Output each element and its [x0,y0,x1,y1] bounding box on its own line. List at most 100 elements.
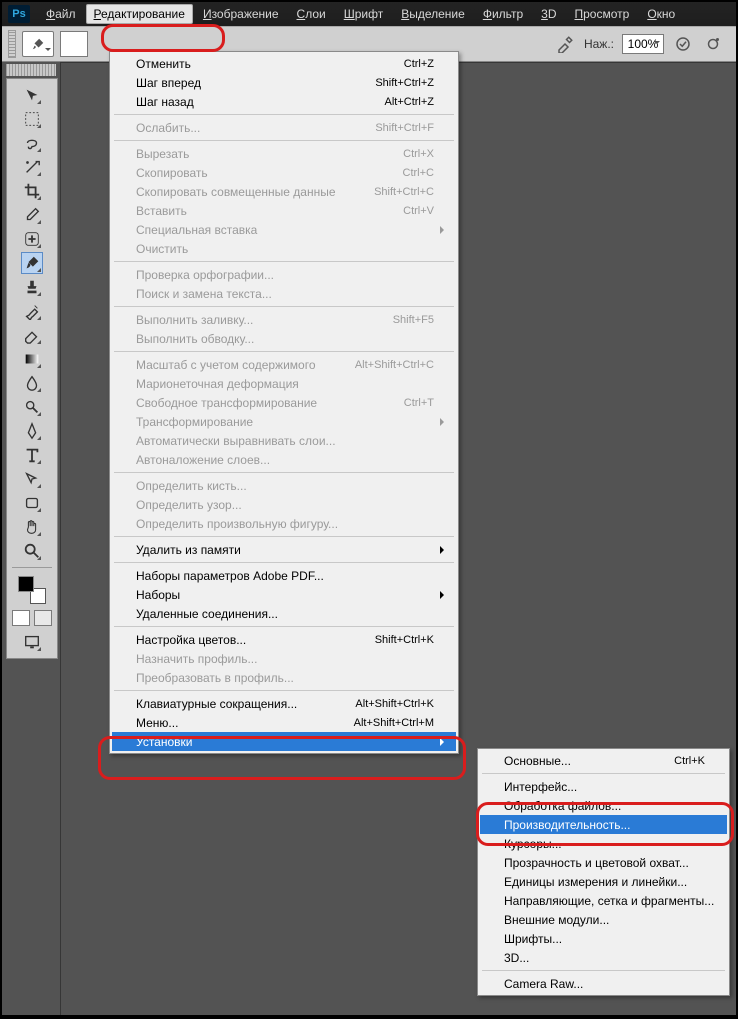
menu-item-label: Установки [136,735,434,749]
menu-item[interactable]: Единицы измерения и линейки... [480,872,727,891]
menu-item: Проверка орфографии... [112,265,456,284]
tool-marquee[interactable] [21,108,43,130]
options-bar-grip[interactable] [8,30,16,58]
menu-item[interactable]: Шаг назадAlt+Ctrl+Z [112,92,456,111]
tool-move[interactable] [21,84,43,106]
menu-item[interactable]: Удаленные соединения... [112,604,456,623]
tool-hand[interactable] [21,516,43,538]
menu-шрифт[interactable]: Шрифт [336,4,391,24]
menu-item-shortcut: Ctrl+Z [404,58,434,70]
screen-mode-button[interactable] [21,631,43,653]
menu-item[interactable]: Настройка цветов...Shift+Ctrl+K [112,630,456,649]
menu-item-label: Выполнить заливку... [136,313,393,327]
menu-item[interactable]: Шаг впередShift+Ctrl+Z [112,73,456,92]
menu-item[interactable]: Удалить из памяти [112,540,456,559]
tool-heal[interactable] [21,228,43,250]
tool-gradient[interactable] [21,348,43,370]
menu-item: Преобразовать в профиль... [112,668,456,687]
tablet-pressure-icon[interactable] [672,33,694,55]
menu-item[interactable]: Обработка файлов... [480,796,727,815]
menu-separator [114,536,454,537]
menu-item: Автоналожение слоев... [112,450,456,469]
pressure-value[interactable]: 100% [622,34,664,54]
menu-фильтр[interactable]: Фильтр [475,4,531,24]
menu-item[interactable]: Производительность... [480,815,727,834]
tool-zoom[interactable] [21,540,43,562]
menu-item-label: Определить произвольную фигуру... [136,517,434,531]
menu-item[interactable]: Наборы [112,585,456,604]
tool-rectangle[interactable] [21,492,43,514]
tool-eraser[interactable] [21,324,43,346]
tool-brush[interactable] [21,252,43,274]
menu-item-shortcut: Alt+Ctrl+Z [384,96,434,108]
tool-stamp[interactable] [21,276,43,298]
tool-blur[interactable] [21,372,43,394]
menu-item-label: Очистить [136,242,434,256]
menu-item-shortcut: Alt+Shift+Ctrl+C [355,359,434,371]
quick-mask-toggle[interactable] [12,610,52,626]
menu-item[interactable]: Направляющие, сетка и фрагменты... [480,891,727,910]
menu-item[interactable]: Внешние модули... [480,910,727,929]
airbrush-toggle-icon[interactable] [702,33,724,55]
menu-item: ВставитьCtrl+V [112,201,456,220]
menu-item-label: Марионеточная деформация [136,377,434,391]
menu-item-label: Меню... [136,716,354,730]
menu-item[interactable]: Шрифты... [480,929,727,948]
tool-crop[interactable] [21,180,43,202]
menu-item[interactable]: Основные...Ctrl+K [480,751,727,770]
menu-item-shortcut: Shift+Ctrl+K [375,634,434,646]
menu-item-shortcut: Shift+Ctrl+F [375,122,434,134]
menu-item[interactable]: Camera Raw... [480,974,727,993]
menu-separator [114,562,454,563]
menu-separator [482,773,725,774]
menu-item-shortcut: Alt+Shift+Ctrl+K [355,698,434,710]
menu-item[interactable]: Наборы параметров Adobe PDF... [112,566,456,585]
brush-preview[interactable] [60,31,88,57]
tool-pen[interactable] [21,420,43,442]
menu-item[interactable]: Интерфейс... [480,777,727,796]
edit-menu-dropdown: ОтменитьCtrl+ZШаг впередShift+Ctrl+ZШаг … [109,51,459,754]
menu-item-label: Вырезать [136,147,403,161]
tool-eyedropper[interactable] [21,204,43,226]
menu-выделение[interactable]: Выделение [393,4,473,24]
menu-окно[interactable]: Окно [639,4,683,24]
menu-item-label: Проверка орфографии... [136,268,434,282]
pressure-label: Наж.: [584,37,614,51]
tool-lasso[interactable] [21,132,43,154]
tool-wand[interactable] [21,156,43,178]
tool-path-select[interactable] [21,468,43,490]
menu-item: Выполнить заливку...Shift+F5 [112,310,456,329]
menu-item[interactable]: Меню...Alt+Shift+Ctrl+M [112,713,456,732]
tool-type[interactable] [21,444,43,466]
brush-icon [31,37,45,51]
airbrush-icon[interactable] [554,33,576,55]
tool-preset-picker[interactable] [22,31,54,57]
sidebar-grip[interactable] [6,64,56,76]
menu-слои[interactable]: Слои [289,4,334,24]
menu-редактирование[interactable]: Редактирование [86,4,193,24]
menu-item[interactable]: Клавиатурные сокращения...Alt+Shift+Ctrl… [112,694,456,713]
fg-bg-swatch[interactable] [18,576,46,604]
menu-item-shortcut: Ctrl+C [403,167,434,179]
tool-history-brush[interactable] [21,300,43,322]
menu-item-shortcut: Alt+Shift+Ctrl+M [354,717,434,729]
menu-item-label: Масштаб с учетом содержимого [136,358,355,372]
menu-separator [114,626,454,627]
menu-item[interactable]: Прозрачность и цветовой охват... [480,853,727,872]
menu-3d[interactable]: 3D [533,4,564,24]
menu-item[interactable]: Установки [112,732,456,751]
menu-item: Масштаб с учетом содержимогоAlt+Shift+Ct… [112,355,456,374]
menu-separator [114,306,454,307]
tool-dodge[interactable] [21,396,43,418]
menu-item[interactable]: Курсоры... [480,834,727,853]
menu-item-label: Единицы измерения и линейки... [504,875,705,889]
menu-просмотр[interactable]: Просмотр [567,4,638,24]
menu-изображение[interactable]: Изображение [195,4,287,24]
menu-item-label: Ослабить... [136,121,375,135]
menu-файл[interactable]: Файл [38,4,84,24]
menu-item: Специальная вставка [112,220,456,239]
menu-item-label: Шаг назад [136,95,384,109]
menu-item[interactable]: 3D... [480,948,727,967]
tool-separator [12,567,52,568]
menu-item[interactable]: ОтменитьCtrl+Z [112,54,456,73]
